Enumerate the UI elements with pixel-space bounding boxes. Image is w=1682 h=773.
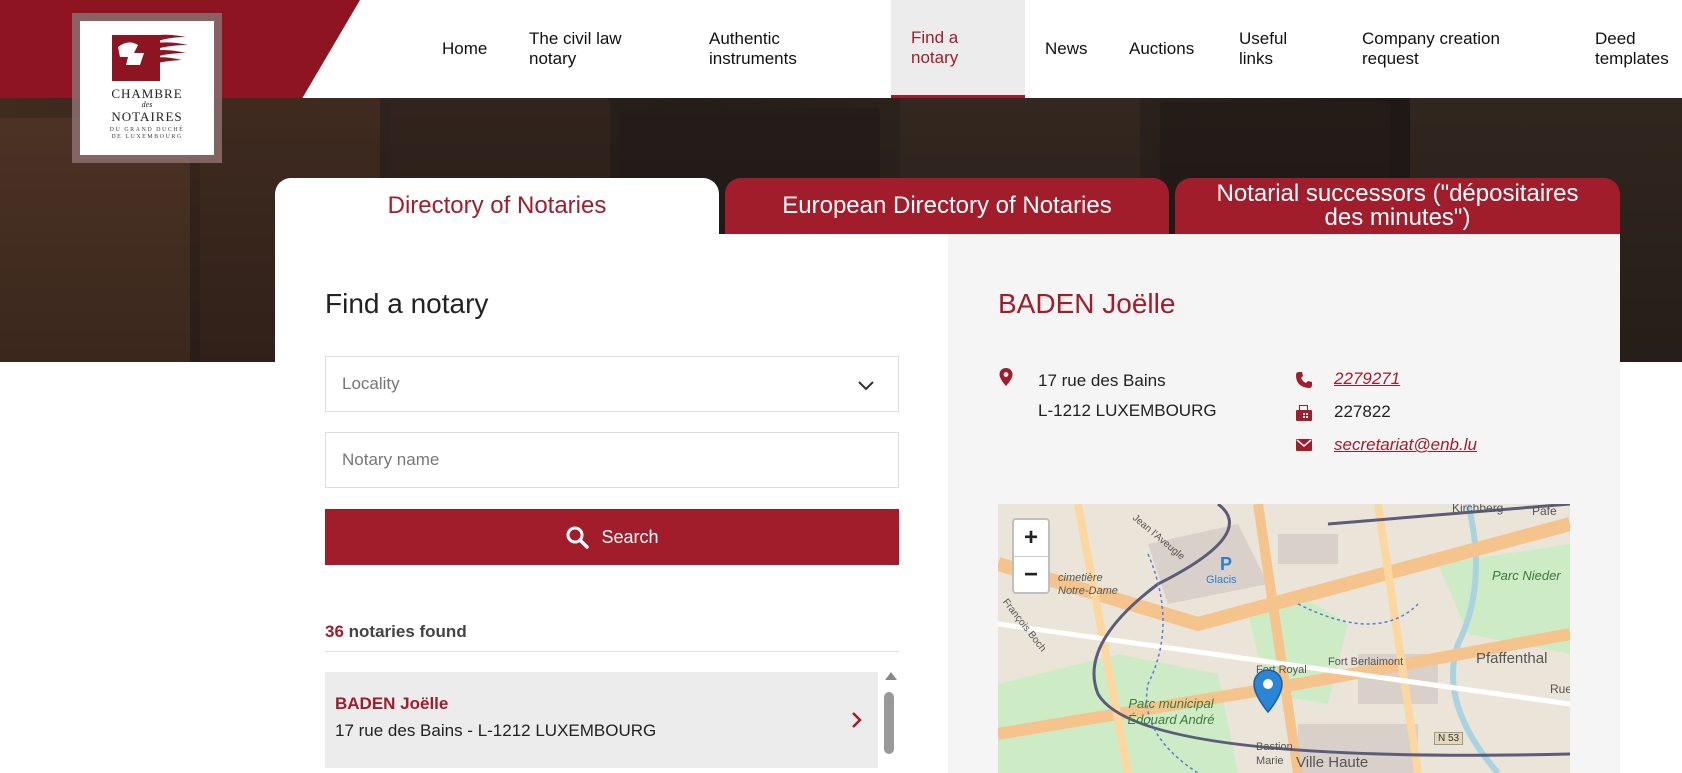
nav-company-creation[interactable]: Company creation request: [1362, 0, 1522, 98]
chevron-down-icon: [858, 381, 874, 391]
map-label: Kirchberg: [1452, 504, 1504, 515]
detail-phone-link[interactable]: 2279271: [1334, 369, 1400, 389]
map-tiles: [998, 504, 1570, 773]
nav-civil-law-notary[interactable]: The civil law notary: [529, 0, 654, 98]
result-name: BADEN Joëlle: [335, 694, 449, 713]
nav-deed-templates[interactable]: Deed templates: [1595, 0, 1681, 98]
zoom-out-button[interactable]: −: [1014, 556, 1048, 592]
logo-emblem-icon: [112, 34, 188, 81]
results-count-number: 36: [325, 622, 344, 641]
notary-name-input[interactable]: Notary name: [325, 432, 899, 488]
detail-email-link[interactable]: secretariat@enb.lu: [1334, 435, 1477, 455]
detail-address-line1: 17 rue des Bains: [1038, 371, 1166, 390]
logo-text-grand-duche: DU GRAND DUCHÉ: [109, 127, 185, 133]
results-scrollbar[interactable]: [881, 672, 899, 773]
nav-auctions[interactable]: Auctions: [1129, 0, 1194, 98]
site-header: Home The civil law notary Authentic inst…: [0, 0, 1682, 98]
fax-icon: [1296, 405, 1312, 421]
map-label: Rue: [1550, 682, 1570, 696]
results-count-text: notaries found: [343, 622, 467, 641]
logo-box: CHAMBRE des NOTAIRES DU GRAND DUCHÉ DE L…: [80, 21, 214, 155]
locality-select[interactable]: Locality: [325, 356, 899, 412]
map-label: Parc municipal Édouard André: [1127, 696, 1215, 727]
tab-european-directory[interactable]: European Directory of Notaries: [725, 178, 1169, 234]
logo-text-notaires: NOTAIRES: [111, 109, 183, 124]
detail-fax: 227822: [1334, 402, 1391, 421]
detail-address-line2: L-1212 LUXEMBOURG: [1038, 401, 1217, 420]
parking-icon: P: [1220, 554, 1233, 574]
tab-directory-of-notaries[interactable]: Directory of Notaries: [275, 178, 719, 234]
search-title: Find a notary: [325, 288, 489, 319]
tab-notarial-successors[interactable]: Notarial successors ("dépositaires des m…: [1175, 178, 1620, 234]
scroll-up-arrow-icon[interactable]: [885, 672, 897, 680]
logo[interactable]: CHAMBRE des NOTAIRES DU GRAND DUCHÉ DE L…: [72, 13, 222, 163]
nav-authentic-instruments[interactable]: Authentic instruments: [709, 0, 834, 98]
map-marker-icon[interactable]: [1252, 668, 1284, 714]
notary-detail-panel: BADEN Joëlle 17 rue des Bains L-1212 LUX…: [948, 234, 1620, 773]
nav-find-notary[interactable]: Find a notary: [891, 0, 1025, 98]
nav-useful-links[interactable]: Useful links: [1239, 0, 1303, 98]
logo-text-chambre: CHAMBRE: [111, 86, 183, 101]
search-button[interactable]: Search: [325, 509, 899, 565]
location-pin-icon: [999, 368, 1013, 386]
map-label: Glacis: [1206, 574, 1237, 586]
divider: [325, 651, 899, 652]
map-label: cimetière Notre-Dame: [1058, 572, 1118, 597]
map-label: Bastion Marie: [1256, 741, 1293, 767]
scroll-thumb[interactable]: [884, 692, 894, 754]
mail-icon: [1296, 439, 1312, 451]
road-sign: N 53: [1434, 732, 1464, 745]
zoom-in-button[interactable]: +: [1014, 520, 1048, 556]
logo-text-des: des: [141, 100, 153, 109]
results-count: 36 notaries found: [325, 622, 467, 642]
logo-text-luxembourg: DE LUXEMBOURG: [111, 134, 183, 140]
nav-news[interactable]: News: [1045, 0, 1088, 98]
map-label: Parc Nieder: [1492, 568, 1561, 583]
search-panel: Find a notary Locality Notary name Searc…: [275, 234, 948, 773]
map-zoom-control: + −: [1012, 518, 1050, 594]
result-address: 17 rue des Bains - L-1212 LUXEMBOURG: [335, 721, 657, 740]
detail-notary-name: BADEN Joëlle: [998, 288, 1176, 319]
phone-icon: [1296, 372, 1312, 388]
search-button-label: Search: [601, 526, 659, 547]
result-item[interactable]: BADEN Joëlle 17 rue des Bains - L-1212 L…: [325, 672, 878, 768]
map-label: Fort Berlaimont: [1328, 656, 1404, 668]
map-label: Pfaffenthal: [1476, 650, 1548, 667]
search-icon: [566, 526, 590, 549]
location-map[interactable]: Kirchberg Pafe Parc Nieder Pfaffenthal R…: [998, 504, 1570, 773]
nav-home[interactable]: Home: [442, 0, 487, 98]
notary-name-placeholder: Notary name: [342, 450, 440, 469]
chevron-right-icon: [852, 712, 862, 728]
map-label: Ville Haute: [1296, 754, 1369, 771]
locality-placeholder: Locality: [342, 374, 400, 393]
map-label: Pafe: [1532, 504, 1557, 518]
